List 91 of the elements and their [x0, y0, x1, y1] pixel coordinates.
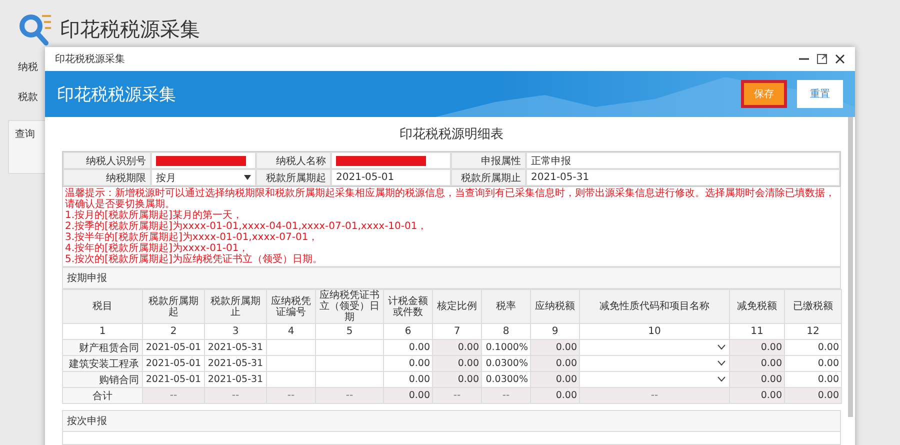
field-label: 税款: [18, 90, 38, 104]
readonly-cell: 0.00: [530, 340, 580, 356]
column-number: 12: [784, 324, 842, 340]
info-value: 正常申报: [526, 152, 840, 169]
date-cell: 2021-05-31: [204, 356, 266, 372]
section-header: 按次申报: [62, 410, 841, 432]
dash-cell: --: [266, 388, 316, 404]
column-number: 4: [266, 324, 316, 340]
info-label: 申报属性: [451, 152, 526, 169]
readonly-cell: 0.00: [432, 372, 482, 388]
readonly-cell: 0.00: [784, 388, 842, 404]
date-cell: 2021-05-31: [204, 340, 266, 356]
column-header: 税目: [62, 290, 142, 324]
amount-cell: 0.00: [784, 340, 842, 356]
reset-button[interactable]: 重置: [797, 80, 843, 108]
info-value: 2021-05-01: [331, 169, 451, 186]
info-label: 纳税期限: [63, 169, 151, 186]
info-label: 纳税人识别号: [63, 152, 151, 169]
info-value: 2021-05-31: [526, 169, 840, 186]
readonly-cell: 0.00: [730, 388, 784, 404]
notice-line: 5.按次的[税款所属期起]为应纳税凭证书立（领受）日期。: [65, 254, 324, 265]
save-button[interactable]: 保存: [741, 80, 787, 108]
empty-cell: [266, 356, 316, 372]
banner-title: 印花税税源采集: [57, 84, 176, 106]
column-header: 应纳税凭证书立（领受）日期: [316, 290, 384, 324]
date-cell: 2021-05-01: [142, 340, 204, 356]
select-field[interactable]: [580, 340, 730, 356]
readonly-cell: 0.00: [530, 356, 580, 372]
panel-title: 查询: [15, 129, 35, 140]
column-number: 5: [316, 324, 384, 340]
readonly-cell: 0.00: [530, 372, 580, 388]
readonly-cell: 0.00: [730, 356, 784, 372]
column-header: 减免性质代码和项目名称: [580, 290, 730, 324]
info-label: 税款所属期起: [256, 169, 331, 186]
total-label-cell: 合计: [62, 388, 142, 404]
readonly-cell: 0.00: [432, 340, 482, 356]
select-field[interactable]: [580, 356, 730, 372]
page-title: 印花税税源采集: [60, 16, 200, 42]
dash-cell: --: [432, 388, 482, 404]
readonly-cell: 0.00: [730, 372, 784, 388]
dash-cell: --: [142, 388, 204, 404]
item-name-cell: 财产租赁合同: [62, 340, 142, 356]
notice-line: 温馨提示：新增税源时可以通过选择纳税期限和税款所属期起采集相应属期的税源信息，当查询到有已采集信息时，则带出源采集信息进行修改。选择属期时会清除已填数据，请确认是否要切换属期。: [65, 188, 836, 210]
info-label: 纳税人名称: [256, 152, 331, 169]
empty-cell: [266, 340, 316, 356]
readonly-cell: 0.00: [530, 388, 580, 404]
item-name-cell: 购销合同: [62, 372, 142, 388]
section-header: 按期申报: [62, 267, 841, 289]
column-header: 应纳税凭证编号: [266, 290, 316, 324]
item-name-cell: 建筑安装工程承: [62, 356, 142, 372]
dash-cell: --: [204, 388, 266, 404]
dialog-title: 印花税税源采集: [55, 52, 125, 66]
dash-cell: --: [316, 388, 384, 404]
empty-cell: [316, 356, 384, 372]
notice-line: 1.按月的[税款所属期起]某月的第一天，: [65, 210, 244, 221]
notice-line: 4.按年的[税款所属期起]为xxxx-01-01，: [65, 243, 249, 254]
notice-line: 2.按季的[税款所属期起]为xxxx-01-01,xxxx-04-01,xxxx-07-01,xxxx-10-01，: [65, 221, 428, 232]
column-header: 税款所属期止: [204, 290, 266, 324]
period-select[interactable]: 按月: [151, 169, 256, 186]
field-label: 纳税: [18, 60, 38, 74]
chevron-down-icon: [717, 376, 726, 382]
close-icon[interactable]: [835, 54, 845, 64]
column-number: 3: [204, 324, 266, 340]
readonly-cell: 0.00: [432, 356, 482, 372]
empty-cell: [316, 340, 384, 356]
date-cell: 2021-05-01: [142, 356, 204, 372]
column-header: 已缴税额: [784, 290, 842, 324]
form-title: 印花税税源明细表: [398, 126, 504, 144]
dash-cell: --: [580, 388, 730, 404]
column-number: 2: [142, 324, 204, 340]
column-header: 税率: [482, 290, 530, 324]
dropdown-arrow-icon: [244, 175, 251, 180]
scrollbar[interactable]: [848, 117, 853, 417]
chevron-down-icon: [717, 344, 726, 350]
dash-cell: --: [482, 388, 530, 404]
notice-line: 3.按半年的[税款所属期起]为xxxx-01-01,xxxx-07-01，: [65, 232, 320, 243]
readonly-cell: 0.00: [730, 340, 784, 356]
amount-cell: 0.00: [784, 356, 842, 372]
column-number: 6: [384, 324, 432, 340]
column-header: 税款所属期起: [142, 290, 204, 324]
column-number: 10: [580, 324, 730, 340]
column-number: 8: [482, 324, 530, 340]
readonly-cell: 0.00: [384, 388, 432, 404]
search-list-icon: [18, 12, 52, 46]
info-label: 税款所属期止: [451, 169, 526, 186]
chevron-down-icon: [717, 360, 726, 366]
column-header: 核定比例: [432, 290, 482, 324]
column-header: 应纳税额: [530, 290, 580, 324]
column-header: 减免税额: [730, 290, 784, 324]
maximize-icon[interactable]: [817, 54, 827, 64]
column-header: 计税金额或件数: [384, 290, 432, 324]
